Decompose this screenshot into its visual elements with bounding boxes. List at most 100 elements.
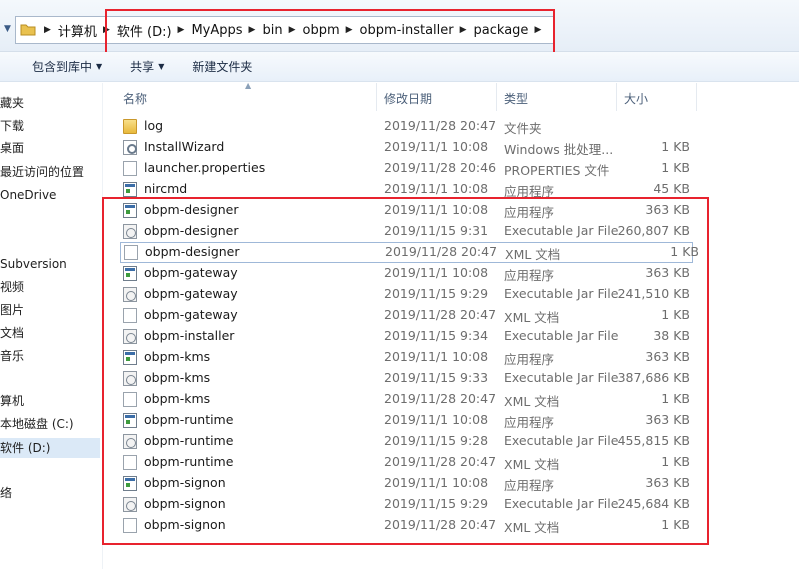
breadcrumb-separator-icon[interactable]: ▶ [103, 25, 110, 35]
file-row[interactable]: obpm-kms 2019/11/15 9:33 Executable Jar Fi… [104, 368, 799, 389]
column-header-name[interactable]: 名称 [123, 90, 147, 107]
column-header-type[interactable]: 类型 [504, 90, 528, 107]
file-size: 45 KB [653, 181, 690, 196]
sidebar-item[interactable]: 桌面 [0, 138, 24, 158]
file-size: 260,807 KB [617, 223, 690, 238]
file-size: 1 KB [661, 391, 690, 406]
file-row[interactable]: obpm-runtime 2019/11/1 10:08 应用程序 363 KB [104, 410, 799, 431]
file-modified-date: 2019/11/1 10:08 [384, 475, 489, 490]
column-header-date[interactable]: 修改日期 [384, 90, 432, 107]
file-row[interactable]: obpm-kms 2019/11/28 20:47 XML 文档 1 KB [104, 389, 799, 410]
file-modified-date: 2019/11/28 20:47 [384, 118, 497, 133]
file-size: 363 KB [645, 202, 690, 217]
column-divider[interactable] [616, 83, 617, 111]
file-type: XML 文档 [504, 394, 560, 409]
file-size: 1 KB [661, 517, 690, 532]
file-row[interactable]: nircmd 2019/11/1 10:08 应用程序 45 KB [104, 179, 799, 200]
file-row[interactable]: obpm-runtime 2019/11/15 9:28 Executable Ja… [104, 431, 799, 452]
jar-icon [123, 287, 137, 302]
exe-icon [123, 266, 137, 281]
breadcrumb-separator-icon[interactable]: ▶ [44, 25, 51, 35]
file-name: nircmd [144, 181, 188, 196]
sidebar-item[interactable]: OneDrive [0, 185, 56, 205]
file-row[interactable]: log 2019/11/28 20:47 文件夹 [104, 116, 799, 137]
jar-icon [123, 329, 137, 344]
file-row[interactable]: obpm-designer 2019/11/15 9:31 Executable J… [104, 221, 799, 242]
sidebar-item[interactable]: 视频 [0, 277, 24, 297]
file-type: Executable Jar File [504, 496, 619, 511]
file-row[interactable]: obpm-signon 2019/11/1 10:08 应用程序 363 KB [104, 473, 799, 494]
file-type: Executable Jar File [504, 286, 619, 301]
breadcrumb-separator-icon[interactable]: ▶ [178, 25, 185, 35]
sidebar-item[interactable]: 文档 [0, 323, 24, 343]
sidebar-item[interactable]: 络 [0, 483, 12, 503]
breadcrumb-item[interactable]: MyApps [191, 23, 242, 38]
sidebar-item[interactable]: 下载 [0, 116, 24, 136]
file-modified-date: 2019/11/28 20:47 [384, 391, 497, 406]
address-bar-area: ▼ ▶ 计算机 ▶ 软件 (D:) ▶ MyApps ▶ bin ▶ obpm ▶ obpm-inst… [0, 0, 799, 52]
file-row[interactable]: obpm-gateway 2019/11/28 20:47 XML 文档 1 KB [104, 305, 799, 326]
file-row[interactable]: obpm-kms 2019/11/1 10:08 应用程序 363 KB [104, 347, 799, 368]
sidebar-item[interactable]: 藏夹 [0, 93, 24, 113]
breadcrumb-item[interactable]: bin [262, 23, 282, 38]
breadcrumb-separator-icon[interactable]: ▶ [346, 25, 353, 35]
jar-icon [123, 371, 137, 386]
file-size: 245,684 KB [617, 496, 690, 511]
breadcrumb-item[interactable]: 计算机 [58, 21, 97, 40]
file-row[interactable]: obpm-designer 2019/11/1 10:08 应用程序 363 KB [104, 200, 799, 221]
file-row[interactable]: obpm-runtime 2019/11/28 20:47 XML 文档 1 KB [104, 452, 799, 473]
breadcrumb-item[interactable]: 软件 (D:) [117, 21, 172, 40]
file-row[interactable]: obpm-installer 2019/11/15 9:34 Executable … [104, 326, 799, 347]
file-type: Executable Jar File [504, 433, 619, 448]
file-type: 应用程序 [504, 415, 555, 430]
breadcrumb-item[interactable]: obpm [303, 23, 340, 38]
sidebar-item[interactable]: 算机 [0, 391, 24, 411]
column-divider[interactable] [376, 83, 377, 111]
file-icon [123, 518, 137, 533]
file-row[interactable]: obpm-signon 2019/11/15 9:29 Executable Jar… [104, 494, 799, 515]
sidebar-item[interactable]: 图片 [0, 300, 24, 320]
breadcrumb-separator-icon[interactable]: ▶ [534, 25, 541, 35]
file-row[interactable]: obpm-signon 2019/11/28 20:47 XML 文档 1 KB [104, 515, 799, 536]
file-modified-date: 2019/11/15 9:29 [384, 286, 489, 301]
column-divider[interactable] [496, 83, 497, 111]
breadcrumb-item[interactable]: package [474, 23, 529, 38]
sidebar-item[interactable]: 软件 (D:) [0, 438, 100, 458]
file-row[interactable]: InstallWizard 2019/11/1 10:08 Windows 批处理.… [104, 137, 799, 158]
column-header-size[interactable]: 大小 [624, 90, 648, 107]
file-size: 363 KB [645, 265, 690, 280]
file-modified-date: 2019/11/15 9:28 [384, 433, 489, 448]
file-name: obpm-signon [144, 496, 226, 511]
file-size: 1 KB [661, 454, 690, 469]
breadcrumb-separator-icon[interactable]: ▶ [249, 25, 256, 35]
exe-icon [123, 350, 137, 365]
file-row[interactable]: obpm-designer 2019/11/28 20:47 XML 文档 1 KB [120, 242, 699, 263]
breadcrumb-separator-icon[interactable]: ▶ [460, 25, 467, 35]
sidebar-item[interactable]: 音乐 [0, 346, 24, 366]
file-row[interactable]: launcher.properties 2019/11/28 20:46 PROPE… [104, 158, 799, 179]
share-button[interactable]: 共享 ▼ [130, 58, 164, 75]
file-modified-date: 2019/11/28 20:47 [385, 244, 498, 259]
file-name: obpm-designer [144, 202, 239, 217]
file-modified-date: 2019/11/15 9:34 [384, 328, 489, 343]
new-folder-button[interactable]: 新建文件夹 [192, 58, 252, 75]
file-type: Windows 批处理... [504, 142, 614, 157]
address-bar[interactable]: ▶ 计算机 ▶ 软件 (D:) ▶ MyApps ▶ bin ▶ obpm ▶ obpm-instal… [15, 16, 555, 44]
file-row[interactable]: obpm-gateway 2019/11/15 9:29 Executable Ja… [104, 284, 799, 305]
sort-up-icon: ▲ [245, 81, 252, 90]
file-modified-date: 2019/11/1 10:08 [384, 202, 489, 217]
file-name: obpm-kms [144, 349, 211, 364]
sidebar-item[interactable]: 最近访问的位置 [0, 162, 84, 182]
sidebar-item[interactable]: 本地磁盘 (C:) [0, 414, 74, 434]
nav-dropdown-icon[interactable]: ▼ [4, 24, 11, 34]
file-name: obpm-kms [144, 391, 211, 406]
breadcrumb-separator-icon[interactable]: ▶ [289, 25, 296, 35]
sidebar-item[interactable]: Subversion [0, 254, 67, 274]
include-in-library-button[interactable]: 包含到库中 ▼ [32, 58, 102, 75]
file-row[interactable]: obpm-gateway 2019/11/1 10:08 应用程序 363 KB [104, 263, 799, 284]
file-size: 241,510 KB [617, 286, 690, 301]
file-modified-date: 2019/11/15 9:31 [384, 223, 489, 238]
file-name: obpm-gateway [144, 286, 238, 301]
column-divider[interactable] [696, 83, 697, 111]
breadcrumb-item[interactable]: obpm-installer [360, 23, 454, 38]
